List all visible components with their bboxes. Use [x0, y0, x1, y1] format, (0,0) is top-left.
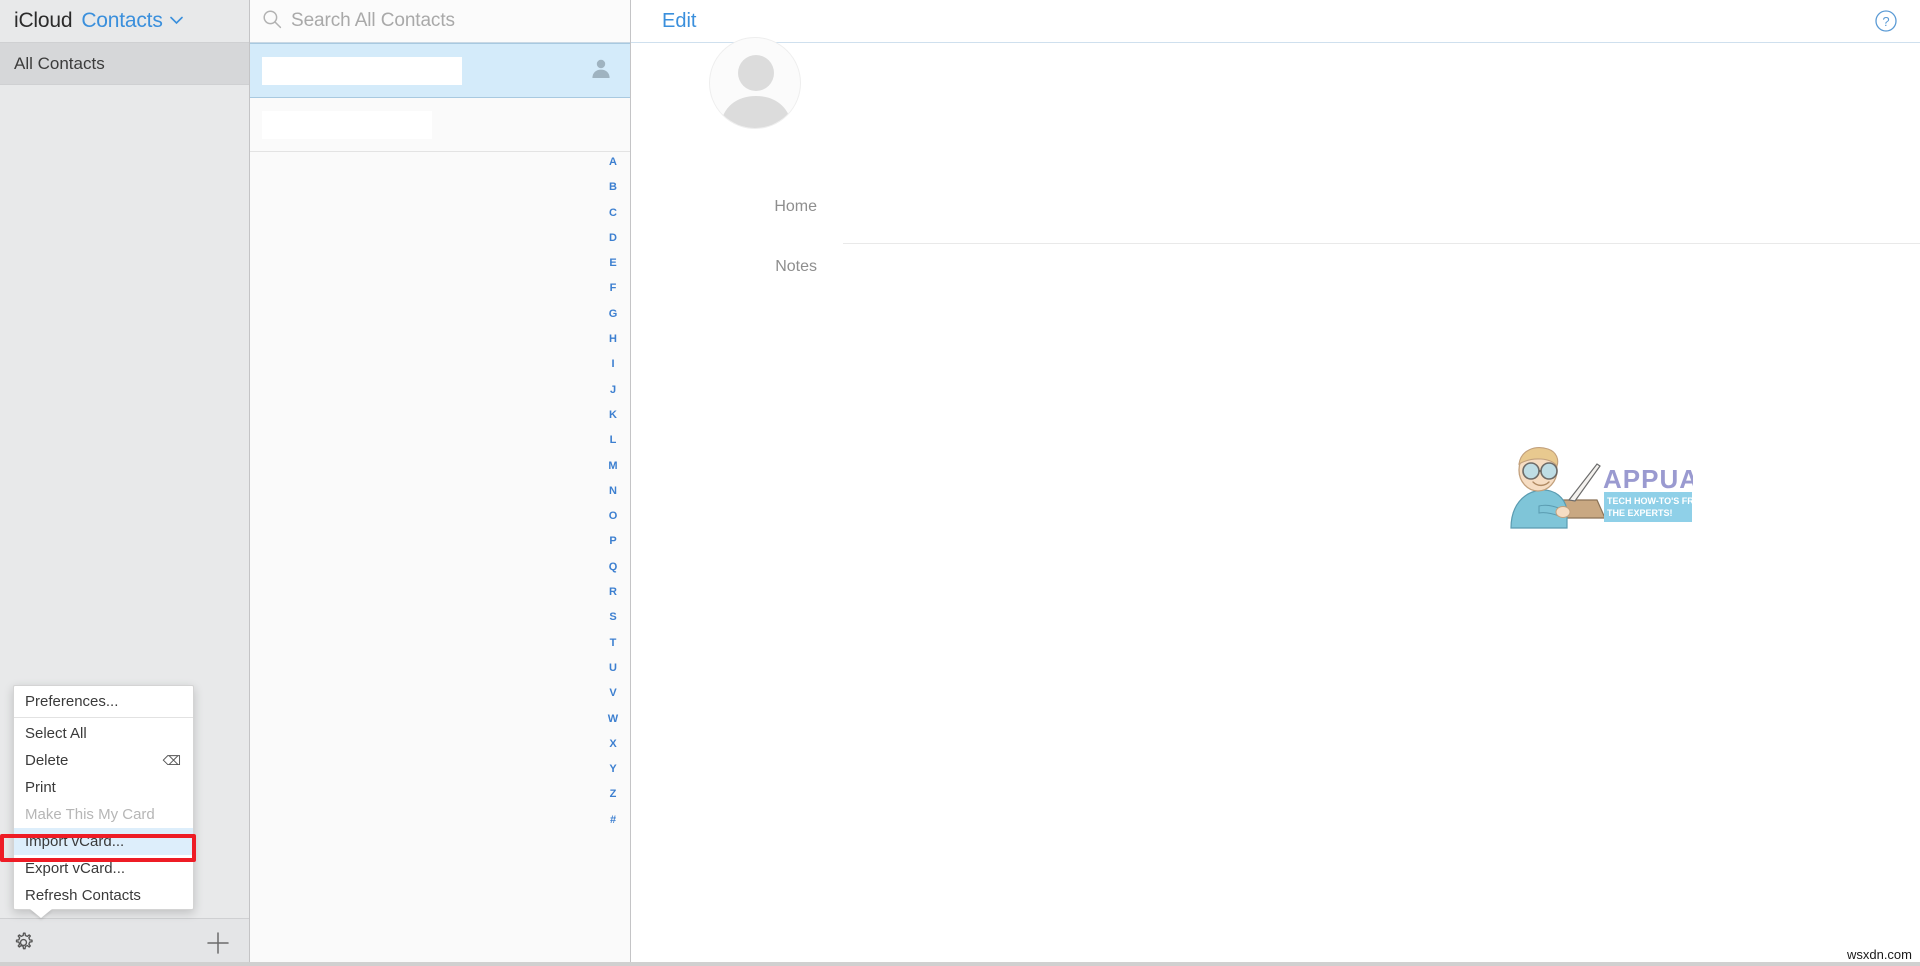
contact-detail-panel: Edit ? Home Notes APPUA TECH HOW-TO'S FR…	[631, 0, 1920, 966]
menu-item-label: Make This My Card	[25, 806, 155, 823]
search-icon	[262, 9, 282, 34]
window-bottom-edge	[0, 962, 1920, 966]
contact-name-redacted	[262, 110, 432, 139]
contact-list-item-2[interactable]	[250, 98, 630, 152]
backspace-key-icon: ⌫	[162, 753, 181, 768]
menu-item-label: Print	[25, 779, 56, 796]
alpha-index-o[interactable]: O	[609, 504, 618, 529]
field-label-notes: Notes	[775, 258, 817, 275]
field-divider	[843, 243, 1920, 244]
svg-text:APPUALS: APPUALS	[1603, 464, 1693, 494]
alpha-index-i[interactable]: I	[611, 352, 614, 377]
alpha-index-l[interactable]: L	[610, 428, 617, 453]
avatar	[709, 37, 801, 129]
menu-item-label: Delete	[25, 752, 69, 769]
sidebar-footer	[0, 918, 249, 966]
sidebar-item-all-contacts[interactable]: All Contacts	[0, 43, 249, 85]
site-watermark: wsxdn.com	[1846, 947, 1912, 962]
edit-button[interactable]: Edit	[662, 10, 696, 33]
menu-item-label: Import vCard...	[25, 833, 125, 850]
alpha-index-d[interactable]: D	[609, 226, 617, 251]
menu-item-export-vcard[interactable]: Export vCard...	[14, 855, 193, 882]
menu-pointer-arrow	[30, 909, 52, 918]
alpha-index-w[interactable]: W	[608, 707, 618, 732]
alpha-index-p[interactable]: P	[609, 529, 616, 554]
alpha-index-n[interactable]: N	[609, 479, 617, 504]
menu-item-label: Refresh Contacts	[25, 887, 141, 904]
alpha-index-m[interactable]: M	[608, 454, 617, 479]
field-label-home: Home	[774, 198, 817, 215]
sidebar-item-label: All Contacts	[14, 53, 105, 73]
appuals-logo: APPUALS TECH HOW-TO'S FROM THE EXPERTS!	[1493, 440, 1733, 545]
alpha-index-r[interactable]: R	[609, 580, 617, 605]
person-placeholder-icon	[720, 55, 792, 128]
search-bar[interactable]: Search All Contacts	[250, 0, 630, 43]
plus-icon[interactable]	[205, 930, 231, 956]
alpha-index-q[interactable]: Q	[609, 555, 618, 580]
contact-list-item-1[interactable]	[250, 43, 630, 98]
question-mark-circle-icon[interactable]: ?	[1874, 9, 1898, 33]
alpha-index-a[interactable]: A	[609, 150, 617, 175]
search-input[interactable]: Search All Contacts	[291, 10, 455, 32]
gear-icon[interactable]	[12, 931, 35, 954]
alpha-index-z[interactable]: Z	[610, 782, 617, 807]
svg-text:?: ?	[1882, 14, 1889, 29]
alpha-index-y[interactable]: Y	[609, 757, 616, 782]
menu-item-make-this-my-card: Make This My Card	[14, 801, 193, 828]
alpha-index-hash[interactable]: #	[610, 808, 616, 833]
alpha-index-c[interactable]: C	[609, 201, 617, 226]
sidebar-header: iCloud Contacts	[0, 0, 249, 43]
alpha-index-k[interactable]: K	[609, 403, 617, 428]
contact-list-panel: Search All Contacts A B C D E F G H I J …	[250, 0, 631, 966]
menu-item-delete[interactable]: Delete ⌫	[14, 747, 193, 774]
menu-item-preferences[interactable]: Preferences...	[14, 686, 193, 716]
chevron-down-icon[interactable]	[169, 13, 183, 28]
alpha-index-h[interactable]: H	[609, 327, 617, 352]
field-row-notes: Notes	[631, 258, 1920, 276]
detail-header: Edit ?	[631, 0, 1920, 43]
alpha-index-u[interactable]: U	[609, 656, 617, 681]
alpha-index-g[interactable]: G	[609, 302, 618, 327]
contact-avatar-icon	[590, 57, 612, 84]
menu-item-print[interactable]: Print	[14, 774, 193, 801]
icloud-brand-label: iCloud	[14, 9, 73, 32]
alpha-index-v[interactable]: V	[609, 681, 616, 706]
alpha-index-t[interactable]: T	[610, 631, 617, 656]
menu-item-select-all[interactable]: Select All	[14, 720, 193, 747]
alpha-index-x[interactable]: X	[609, 732, 616, 757]
alpha-index-j[interactable]: J	[610, 378, 616, 403]
svg-text:THE EXPERTS!: THE EXPERTS!	[1607, 508, 1673, 518]
contact-name-redacted	[262, 56, 462, 85]
sidebar: iCloud Contacts All Contacts Preferences…	[0, 0, 250, 966]
menu-item-label: Select All	[25, 725, 87, 742]
settings-context-menu[interactable]: Preferences... Select All Delete ⌫ Print…	[0, 685, 196, 918]
alpha-index-f[interactable]: F	[610, 276, 617, 301]
alphabet-index[interactable]: A B C D E F G H I J K L M N O P Q R S T …	[596, 150, 630, 833]
alpha-index-e[interactable]: E	[609, 251, 616, 276]
alpha-index-b[interactable]: B	[609, 175, 617, 200]
field-row-home: Home	[631, 198, 1920, 216]
menu-separator	[14, 717, 193, 718]
menu-item-label: Preferences...	[25, 692, 119, 710]
menu-item-label: Export vCard...	[25, 860, 126, 877]
menu-item-import-vcard[interactable]: Import vCard...	[14, 828, 193, 855]
svg-text:TECH HOW-TO'S FROM: TECH HOW-TO'S FROM	[1607, 496, 1693, 506]
app-section-label[interactable]: Contacts	[81, 9, 162, 33]
menu-item-refresh-contacts[interactable]: Refresh Contacts	[14, 882, 193, 909]
icloud-contacts-app: iCloud Contacts All Contacts Preferences…	[0, 0, 1920, 966]
alpha-index-s[interactable]: S	[609, 605, 616, 630]
